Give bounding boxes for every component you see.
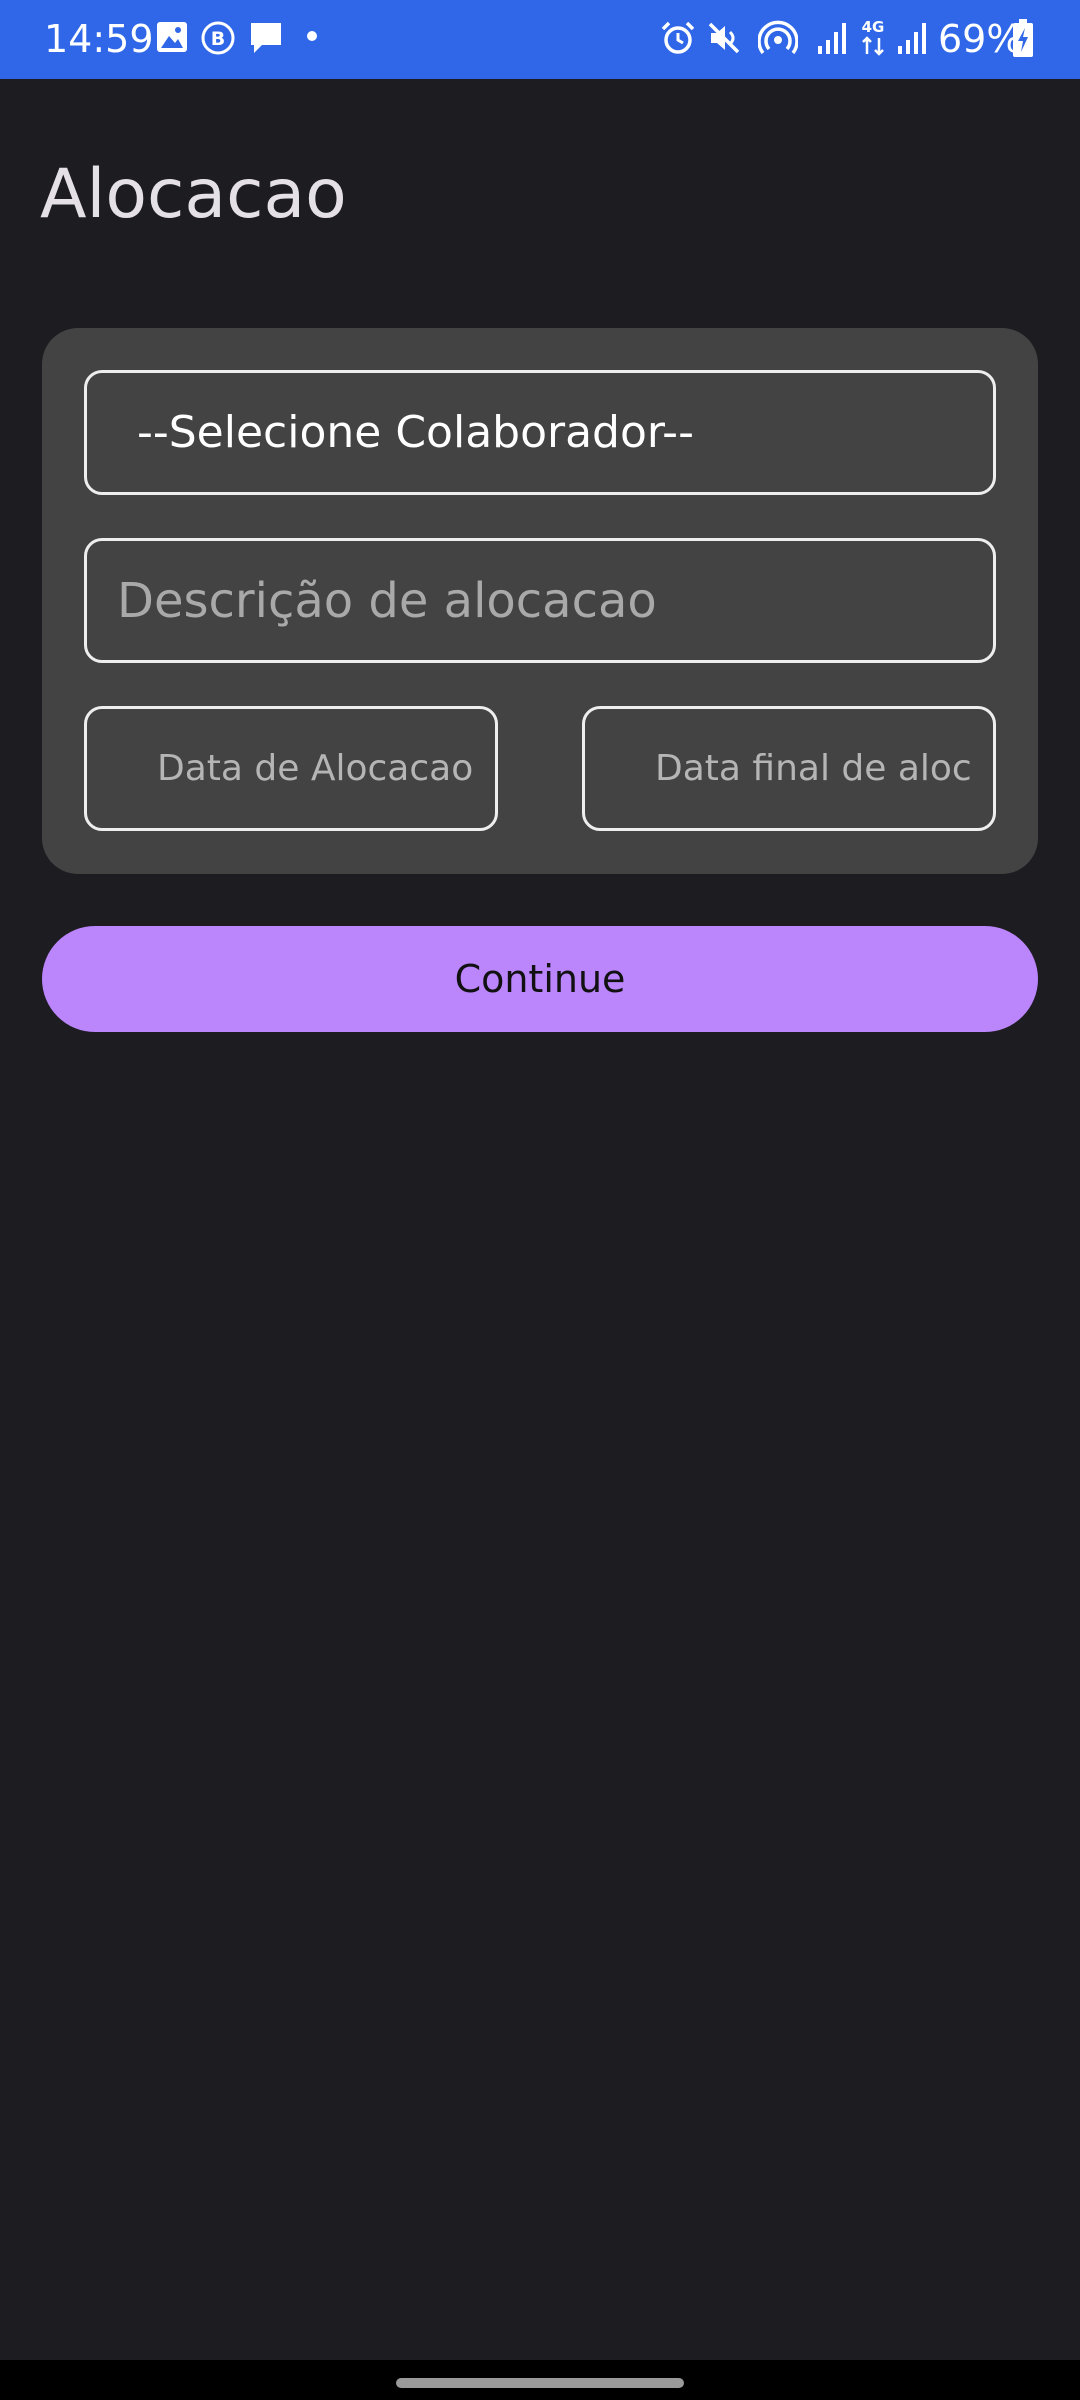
chat-icon xyxy=(251,23,281,53)
screen: 14:59 B 4G 69% Alocacao --Selecione Cola… xyxy=(0,0,1080,2400)
navigation-bar xyxy=(0,2360,1080,2400)
signal-icon xyxy=(898,23,926,54)
dot-icon xyxy=(307,31,317,41)
collaborator-select-value: --Selecione Colaborador-- xyxy=(137,407,694,458)
battery-percentage: 69% xyxy=(938,17,1023,61)
alarm-icon xyxy=(661,21,695,54)
collaborator-select[interactable]: --Selecione Colaborador-- xyxy=(84,370,996,495)
svg-text:4G: 4G xyxy=(862,18,885,36)
gallery-icon xyxy=(157,22,187,52)
status-time: 14:59 xyxy=(44,17,154,61)
svg-text:B: B xyxy=(211,28,225,50)
continue-button[interactable]: Continue xyxy=(42,926,1038,1032)
signal-icon xyxy=(818,23,846,54)
mute-icon xyxy=(708,22,740,54)
end-date-input[interactable] xyxy=(655,709,975,828)
battery-charging-icon xyxy=(1013,19,1033,57)
description-field-container xyxy=(84,538,996,663)
4g-icon: 4G xyxy=(862,18,885,56)
end-date-field-container xyxy=(582,706,996,831)
start-date-input[interactable] xyxy=(157,709,477,828)
b-icon: B xyxy=(201,21,235,55)
start-date-field-container xyxy=(84,706,498,831)
description-input[interactable] xyxy=(117,541,957,660)
page-title: Alocacao xyxy=(40,155,347,234)
form-card: --Selecione Colaborador-- xyxy=(42,328,1038,874)
status-bar: 14:59 B 4G 69% xyxy=(0,0,1080,79)
home-gesture-handle[interactable] xyxy=(396,2378,684,2388)
hotspot-icon xyxy=(758,20,798,55)
